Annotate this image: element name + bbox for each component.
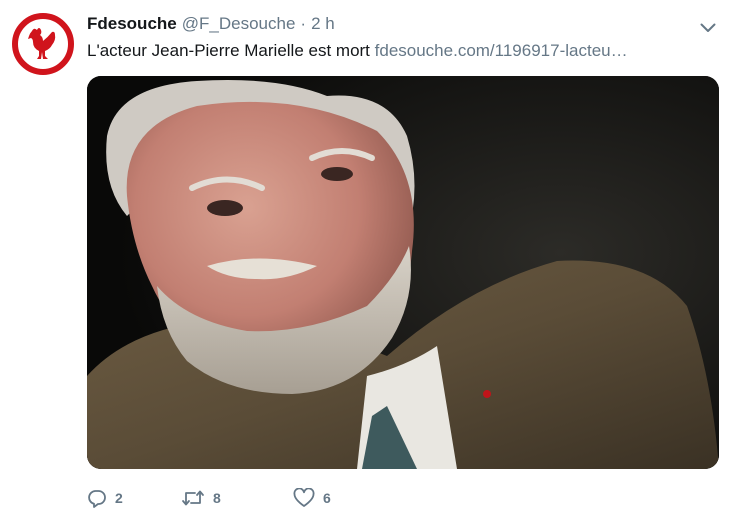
tweet-timestamp[interactable]: 2 h [311, 14, 335, 34]
rooster-logo-icon [28, 28, 56, 59]
author-name[interactable]: Fdesouche [87, 14, 177, 34]
reply-bubble-icon [88, 490, 106, 508]
tweet-card[interactable]: Fdesouche @F_Desouche · 2 h L'acteur Jea… [0, 0, 734, 510]
tweet-header: Fdesouche @F_Desouche · 2 h [87, 14, 335, 36]
portrait-photo [87, 76, 719, 469]
like-count: 6 [323, 490, 331, 506]
author-handle[interactable]: @F_Desouche [182, 14, 296, 34]
heart-icon [293, 488, 315, 507]
tweet-text: L'acteur Jean-Pierre Marielle est mort f… [87, 40, 687, 62]
avatar[interactable] [12, 13, 74, 75]
tweet-photo[interactable] [87, 76, 719, 469]
like-button[interactable]: 6 [293, 488, 331, 508]
retweet-icon [182, 490, 204, 506]
tweet-body: L'acteur Jean-Pierre Marielle est mort [87, 41, 375, 60]
tweet-link[interactable]: fdesouche.com/1196917-lacteu… [375, 41, 628, 60]
retweet-count: 8 [213, 490, 221, 506]
reply-count: 2 [115, 490, 123, 506]
separator-dot: · [300, 14, 307, 33]
reply-button[interactable]: 2 [87, 488, 181, 508]
retweet-button[interactable]: 8 [181, 488, 293, 508]
tweet-menu-button[interactable] [696, 18, 720, 38]
chevron-down-icon [700, 23, 716, 32]
tweet-actions: 2 8 6 [87, 486, 331, 510]
